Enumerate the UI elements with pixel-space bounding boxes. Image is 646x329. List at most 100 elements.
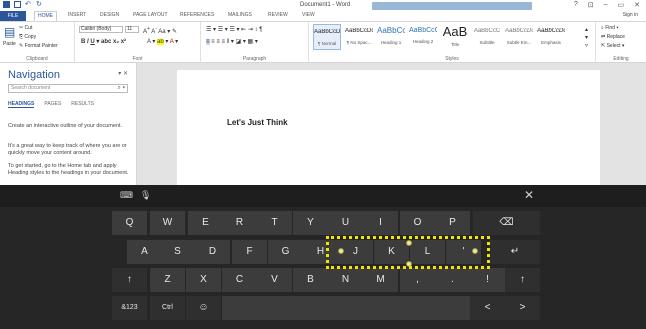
- font-size-select[interactable]: 11: [125, 26, 139, 33]
- key-right-arrow[interactable]: >: [505, 296, 540, 320]
- copy-label: Copy: [24, 34, 37, 40]
- document-page[interactable]: Let's Just Think: [177, 70, 600, 185]
- font-grow-shrink-icons[interactable]: A+ A- Aa ▾ ✎: [143, 26, 177, 35]
- font-group: Calibri (Body) 11 A+ A- Aa ▾ ✎ B I U ▾ a…: [75, 22, 201, 63]
- minimize-icon[interactable]: –: [604, 1, 608, 9]
- tab-insert[interactable]: INSERT: [68, 12, 86, 18]
- tab-home[interactable]: HOME: [34, 11, 57, 21]
- key-i[interactable]: I: [363, 211, 398, 235]
- key-e[interactable]: E: [188, 211, 223, 235]
- style-no-spacing[interactable]: AaBbCcDc ¶ No Spac...: [345, 24, 373, 50]
- sparkle-icon: [472, 248, 478, 254]
- key-d[interactable]: D: [195, 240, 230, 264]
- key-q[interactable]: Q: [112, 211, 147, 235]
- search-icon[interactable]: ⌕ ▾: [117, 85, 125, 92]
- key-left-arrow[interactable]: <: [470, 296, 505, 320]
- key-c[interactable]: C: [222, 268, 257, 292]
- key-x[interactable]: X: [186, 268, 221, 292]
- key-b[interactable]: B: [293, 268, 328, 292]
- paste-button[interactable]: Paste: [3, 41, 16, 47]
- key-s[interactable]: S: [160, 240, 195, 264]
- key-z[interactable]: Z: [150, 268, 185, 292]
- key-space[interactable]: [222, 296, 470, 320]
- key-enter[interactable]: ↵: [490, 240, 540, 264]
- key-r[interactable]: R: [222, 211, 257, 235]
- key-ctrl[interactable]: Ctrl: [150, 296, 185, 320]
- style-subtitle[interactable]: AaBbCcC Subtitle: [473, 24, 501, 50]
- navigation-search-input[interactable]: Search document ⌕ ▾: [8, 84, 128, 93]
- copy-button[interactable]: ⎘ Copy: [19, 34, 36, 40]
- key-w[interactable]: W: [150, 211, 185, 235]
- key-numbers[interactable]: &123: [112, 296, 147, 320]
- navigation-help-text-2: It's a great way to keep track of where …: [8, 143, 127, 156]
- key-v[interactable]: V: [257, 268, 292, 292]
- styles-group: AaBbCcDc ¶ Normal AaBbCcDc ¶ No Spac... Aa…: [309, 22, 596, 63]
- tab-pages[interactable]: PAGES: [44, 101, 61, 108]
- tab-review[interactable]: REVIEW: [268, 12, 288, 18]
- key-n[interactable]: N: [328, 268, 363, 292]
- replace-button[interactable]: ⇄ Replace: [601, 34, 625, 40]
- format-painter-button[interactable]: ✎ Format Painter: [19, 43, 58, 49]
- alignment-icons[interactable]: ≡ ≡ ≡ ≡ ‖ ▾ ◪ ▾ ▦ ▾: [206, 38, 258, 45]
- font-family-select[interactable]: Calibri (Body): [79, 26, 123, 33]
- maximize-icon[interactable]: ▭: [618, 1, 625, 9]
- redo-icon[interactable]: ↻: [36, 1, 43, 8]
- style-emphasis[interactable]: AaBbCcDc Emphasis: [537, 24, 565, 50]
- keyboard-layout-icon[interactable]: ⌨: [120, 190, 133, 201]
- cut-button[interactable]: ✂ Cut: [19, 25, 32, 31]
- word-app-icon: [3, 1, 10, 8]
- font-format-icons[interactable]: B I U ▾ abc x₂ x²: [81, 38, 126, 45]
- tab-design[interactable]: DESIGN: [100, 12, 119, 18]
- tab-view[interactable]: VIEW: [302, 12, 315, 18]
- paste-icon[interactable]: ▤: [4, 25, 15, 39]
- ribbon-display-icon[interactable]: ⊡: [588, 1, 594, 9]
- clipboard-group: ▤ Paste ✂ Cut ⎘ Copy ✎ Format Painter Cl…: [0, 22, 75, 63]
- key-shift-right[interactable]: ↑: [505, 268, 540, 292]
- select-label: Select: [606, 43, 621, 49]
- key-p[interactable]: P: [435, 211, 470, 235]
- find-button[interactable]: ⌕ Find ▾: [601, 25, 618, 31]
- key-u[interactable]: U: [328, 211, 363, 235]
- keyboard-close-icon[interactable]: ✕: [524, 188, 534, 202]
- key-o[interactable]: O: [400, 211, 435, 235]
- microphone-icon[interactable]: 🎙: [140, 190, 151, 201]
- key-f[interactable]: F: [232, 240, 267, 264]
- key-period[interactable]: .: [435, 268, 470, 292]
- select-button[interactable]: ⇱ Select ▾: [601, 43, 624, 49]
- style-subtle-emphasis[interactable]: AaBbCcDc Subtle Em...: [505, 24, 533, 50]
- document-text[interactable]: Let's Just Think: [227, 118, 288, 127]
- tab-mailings[interactable]: MAILINGS: [228, 12, 252, 18]
- key-g[interactable]: G: [268, 240, 303, 264]
- key-t[interactable]: T: [257, 211, 292, 235]
- list-icons[interactable]: ☰ ▾ ☰ ▾ ☰ ▾ ⇤ ⇥ ↕ ¶: [206, 26, 262, 33]
- key-exclamation[interactable]: !: [470, 268, 505, 292]
- key-y[interactable]: Y: [293, 211, 328, 235]
- help-icon[interactable]: ?: [574, 1, 578, 9]
- undo-icon[interactable]: ↶: [25, 1, 32, 8]
- style-name: ¶ Normal: [317, 41, 337, 46]
- style-heading-1[interactable]: AaBbCc Heading 1: [377, 24, 405, 50]
- style-name: Title: [450, 42, 460, 47]
- tab-results[interactable]: RESULTS: [71, 101, 94, 108]
- key-comma[interactable]: ,: [400, 268, 435, 292]
- key-a[interactable]: A: [127, 240, 162, 264]
- key-shift-left[interactable]: ↑: [112, 268, 147, 292]
- tab-references[interactable]: REFERENCES: [180, 12, 214, 18]
- font-color-icons[interactable]: A ▾ ab ▾ A ▾: [147, 38, 178, 45]
- style-heading-2[interactable]: AaBbCcC Heading 2: [409, 24, 437, 50]
- key-m[interactable]: M: [363, 268, 398, 292]
- sign-in-link[interactable]: Sign in: [623, 12, 638, 18]
- tab-file[interactable]: FILE: [0, 11, 26, 21]
- styles-scroll-icons[interactable]: ▴ ▾ ▿: [585, 26, 588, 50]
- style-title[interactable]: AaB Title: [441, 24, 469, 50]
- emoji-key-icon[interactable]: ☺: [186, 296, 221, 320]
- tab-headings[interactable]: HEADINGS: [8, 101, 35, 108]
- close-icon[interactable]: ✕: [634, 1, 640, 9]
- style-normal[interactable]: AaBbCcDc ¶ Normal: [313, 24, 341, 50]
- tab-page-layout[interactable]: PAGE LAYOUT: [133, 12, 168, 18]
- key-backspace[interactable]: ⌫: [473, 211, 540, 235]
- navigation-help-text-3: To get started, go to the Home tab and a…: [8, 163, 129, 176]
- navigation-pane-controls[interactable]: ▾ ✕: [118, 70, 128, 77]
- save-icon[interactable]: [14, 1, 21, 8]
- account-area: [372, 2, 532, 10]
